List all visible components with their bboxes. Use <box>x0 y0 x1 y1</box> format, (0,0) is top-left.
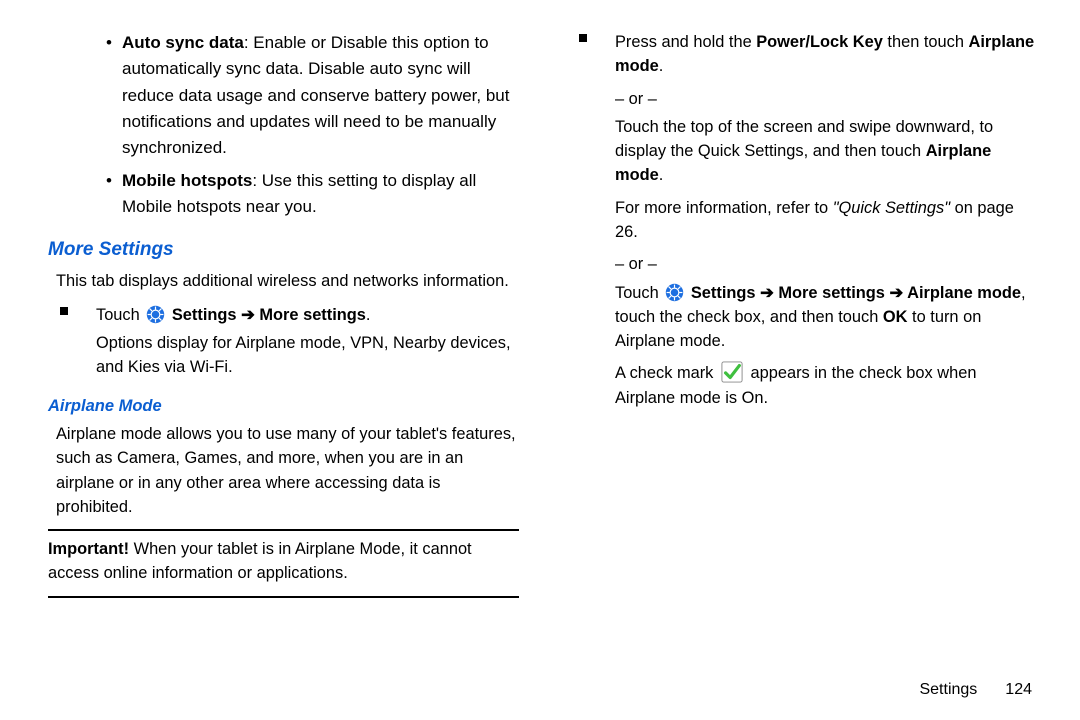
autosync-label: Auto sync data <box>122 33 244 52</box>
or-divider-2: – or – <box>615 252 1038 276</box>
important-note: Important! When your tablet is in Airpla… <box>48 537 519 586</box>
airplane-mode-heading: Airplane Mode <box>48 394 519 418</box>
settings-gear-icon <box>146 305 165 324</box>
more-info-line: For more information, refer to "Quick Se… <box>615 196 1038 245</box>
settings-path: Settings ➔ More settings <box>172 306 366 324</box>
autosync-bullet: Auto sync data: Enable or Disable this o… <box>106 30 519 162</box>
important-rule-bottom <box>48 596 519 598</box>
right-column: Press and hold the Power/Lock Key then t… <box>561 30 1038 604</box>
footer-page-number: 124 <box>1005 681 1032 698</box>
airplane-mode-body: Airplane mode allows you to use many of … <box>56 422 519 519</box>
options-line: Options display for Airplane mode, VPN, … <box>96 331 519 380</box>
feature-bullets: Auto sync data: Enable or Disable this o… <box>106 30 519 220</box>
footer-chapter: Settings <box>919 681 977 698</box>
swipe-line: Touch the top of the screen and swipe do… <box>615 115 1038 188</box>
checkmark-line: A check mark appears in the check box wh… <box>615 361 1038 410</box>
touch-path-line: Touch Settings ➔ More settings ➔ Airplan… <box>615 281 1038 354</box>
airplane-instructions: Press and hold the Power/Lock Key then t… <box>575 30 1038 410</box>
press-hold-line: Press and hold the Power/Lock Key then t… <box>615 30 1038 79</box>
hotspots-label: Mobile hotspots <box>122 171 252 190</box>
left-column: Auto sync data: Enable or Disable this o… <box>48 30 525 604</box>
square-bullet-icon <box>579 34 587 42</box>
touch-word: Touch <box>96 306 144 324</box>
more-settings-intro: This tab displays additional wireless an… <box>56 269 519 293</box>
square-bullet-icon <box>60 307 68 315</box>
important-rule-top <box>48 529 519 531</box>
manual-page: Auto sync data: Enable or Disable this o… <box>0 0 1080 604</box>
important-label: Important! <box>48 540 134 558</box>
more-settings-heading: More Settings <box>48 236 519 264</box>
airplane-step: Press and hold the Power/Lock Key then t… <box>575 30 1038 410</box>
checkmark-icon <box>721 361 743 383</box>
touch-settings-step: Touch Settings ➔ More settings. Options … <box>56 303 519 380</box>
settings-gear-icon <box>665 283 684 302</box>
hotspots-bullet: Mobile hotspots: Use this setting to dis… <box>106 168 519 221</box>
more-settings-steps: Touch Settings ➔ More settings. Options … <box>56 303 519 380</box>
page-footer: Settings 124 <box>919 678 1032 702</box>
or-divider-1: – or – <box>615 87 1038 111</box>
